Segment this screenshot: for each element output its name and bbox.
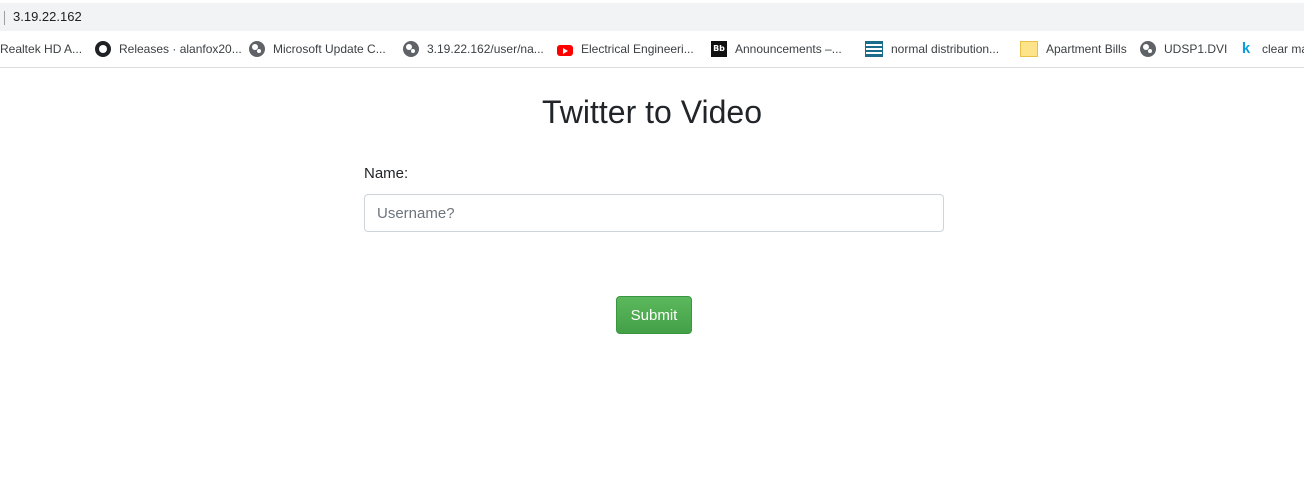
bookmark-announcements[interactable]: Bb Announcements –... (711, 40, 842, 58)
bookmark-label: 3.19.22.162/user/na... (427, 42, 544, 56)
page-title: Twitter to Video (542, 94, 762, 130)
bookmark-electrical-engineering[interactable]: Electrical Engineeri... (557, 40, 694, 58)
address-divider (4, 11, 5, 25)
globe-icon (249, 41, 265, 57)
bookmark-releases[interactable]: Releases · alanfox20... (95, 40, 242, 58)
github-icon (95, 41, 111, 57)
bookmark-label: clear ma (1262, 42, 1304, 56)
blackboard-icon: Bb (711, 41, 727, 57)
youtube-icon (557, 44, 573, 56)
bookmark-clear[interactable]: k clear ma (1238, 40, 1304, 58)
bookmark-udsp1[interactable]: UDSP1.DVI (1140, 40, 1227, 58)
bookmarks-bar: Realtek HD A... Releases · alanfox20... … (0, 31, 1304, 68)
bookmark-apartment-bills[interactable]: Apartment Bills (1020, 40, 1127, 58)
bookmark-label: Microsoft Update C... (273, 42, 386, 56)
username-input[interactable] (364, 194, 944, 232)
globe-icon (1140, 41, 1156, 57)
bookmark-user-page[interactable]: 3.19.22.162/user/na... (403, 40, 544, 58)
bookmark-label: Apartment Bills (1046, 42, 1127, 56)
bookmark-label: Electrical Engineeri... (581, 42, 694, 56)
bookmark-label: normal distribution... (891, 42, 1000, 56)
stats-icon (865, 41, 883, 57)
k-icon: k (1241, 40, 1251, 57)
bookmark-normal-distribution[interactable]: normal distribution... (865, 40, 999, 58)
globe-icon (403, 41, 419, 57)
bookmark-label: Realtek HD A... (0, 42, 83, 56)
address-bar[interactable]: 3.19.22.162 (0, 3, 1304, 31)
folder-icon (1020, 41, 1038, 57)
bookmark-microsoft-update[interactable]: Microsoft Update C... (249, 40, 386, 58)
name-label: Name: (364, 165, 409, 182)
bookmark-label: Announcements –... (735, 42, 842, 56)
bookmark-realtek[interactable]: Realtek HD A... (0, 40, 82, 58)
submit-button[interactable]: Submit (616, 296, 692, 334)
bookmark-label: UDSP1.DVI (1164, 42, 1228, 56)
bookmark-label: Releases · alanfox20... (119, 42, 242, 56)
address-url[interactable]: 3.19.22.162 (13, 9, 82, 25)
